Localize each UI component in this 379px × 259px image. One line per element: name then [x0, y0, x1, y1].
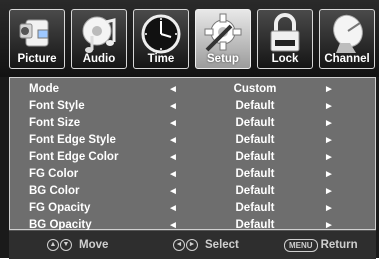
clock-icon — [134, 12, 188, 56]
row-label: Font Size — [29, 117, 81, 129]
menu-row-font-edge-color[interactable]: Font Edge Color ◄ Default ► — [10, 149, 375, 166]
left-arrow-icon[interactable]: ◄ — [168, 166, 178, 183]
gear-icon — [196, 12, 250, 56]
menu-row-fg-color[interactable]: FG Color ◄ Default ► — [10, 166, 375, 183]
left-arrow-icon[interactable]: ◄ — [168, 98, 178, 115]
row-value: Default — [235, 151, 275, 163]
tab-channel[interactable]: Channel — [319, 9, 375, 69]
hint-move: ▲ ▼ Move — [47, 238, 108, 252]
hint-move-label: Move — [79, 239, 109, 251]
menu-tab-bar: Picture Audio Time Setup Lock Channel — [0, 0, 379, 77]
right-arrow-icon[interactable]: ► — [324, 98, 334, 115]
tab-label: Channel — [324, 53, 370, 65]
row-value: Default — [235, 117, 275, 129]
music-note-icon — [72, 12, 126, 56]
row-value: Default — [235, 185, 275, 197]
padlock-icon — [258, 12, 312, 56]
hint-select-label: Select — [205, 239, 239, 251]
left-arrow-icon[interactable]: ◄ — [168, 183, 178, 200]
right-arrow-icon[interactable]: ► — [324, 81, 334, 98]
left-arrow-icon[interactable]: ◄ — [168, 132, 178, 149]
menu-row-mode[interactable]: Mode ◄ Custom ► — [10, 81, 375, 98]
tab-label: Picture — [17, 53, 57, 65]
tab-label: Lock — [271, 53, 299, 65]
hint-select: ◄ ► Select — [173, 238, 239, 252]
tab-time[interactable]: Time — [133, 9, 189, 69]
tab-lock[interactable]: Lock — [257, 9, 313, 69]
row-value: Default — [235, 202, 275, 214]
right-arrow-icon[interactable]: ► — [324, 149, 334, 166]
menu-row-font-size[interactable]: Font Size ◄ Default ► — [10, 115, 375, 132]
menu-row-font-style[interactable]: Font Style ◄ Default ► — [10, 98, 375, 115]
setup-submenu-panel: Mode ◄ Custom ► Font Style ◄ Default ► F… — [9, 77, 376, 231]
tab-setup[interactable]: Setup — [195, 9, 251, 69]
hint-return-label: Return — [320, 239, 358, 251]
tab-picture[interactable]: Picture — [9, 9, 65, 69]
row-label: Font Edge Style — [29, 134, 116, 146]
left-key-icon: ◄ — [173, 239, 185, 251]
left-arrow-icon[interactable]: ◄ — [168, 81, 178, 98]
tv-menu-frame: Picture Audio Time Setup Lock Channel Mo… — [0, 0, 379, 259]
row-label: Font Style — [29, 100, 85, 112]
tab-label: Setup — [207, 53, 239, 65]
right-arrow-icon[interactable]: ► — [324, 166, 334, 183]
left-arrow-icon[interactable]: ◄ — [168, 115, 178, 132]
menu-row-font-edge-style[interactable]: Font Edge Style ◄ Default ► — [10, 132, 375, 149]
hint-return: MENU Return — [284, 238, 358, 252]
menu-row-bg-color[interactable]: BG Color ◄ Default ► — [10, 183, 375, 200]
row-label: Mode — [29, 83, 60, 95]
tab-audio[interactable]: Audio — [71, 9, 127, 69]
key-hint-bar: ▲ ▼ Move ◄ ► Select MENU Return — [9, 230, 376, 259]
row-value: Custom — [233, 83, 277, 95]
menu-key-icon: MENU — [284, 238, 318, 252]
camcorder-icon — [10, 12, 64, 56]
row-label: FG Color — [29, 168, 79, 180]
row-label: Font Edge Color — [29, 151, 119, 163]
tab-label: Audio — [82, 53, 116, 65]
down-key-icon: ▼ — [60, 239, 72, 251]
row-label: BG Color — [29, 185, 80, 197]
left-arrow-icon[interactable]: ◄ — [168, 200, 178, 217]
right-arrow-icon[interactable]: ► — [324, 200, 334, 217]
right-key-icon: ► — [186, 239, 198, 251]
menu-row-fg-opacity[interactable]: FG Opacity ◄ Default ► — [10, 200, 375, 217]
right-arrow-icon[interactable]: ► — [324, 183, 334, 200]
up-key-icon: ▲ — [47, 239, 59, 251]
row-value: Default — [235, 168, 275, 180]
right-arrow-icon[interactable]: ► — [324, 132, 334, 149]
row-value: Default — [235, 134, 275, 146]
tab-label: Time — [147, 53, 175, 65]
satellite-dish-icon — [320, 12, 374, 56]
row-value: Default — [235, 100, 275, 112]
row-label: FG Opacity — [29, 202, 91, 214]
left-arrow-icon[interactable]: ◄ — [168, 149, 178, 166]
right-arrow-icon[interactable]: ► — [324, 115, 334, 132]
